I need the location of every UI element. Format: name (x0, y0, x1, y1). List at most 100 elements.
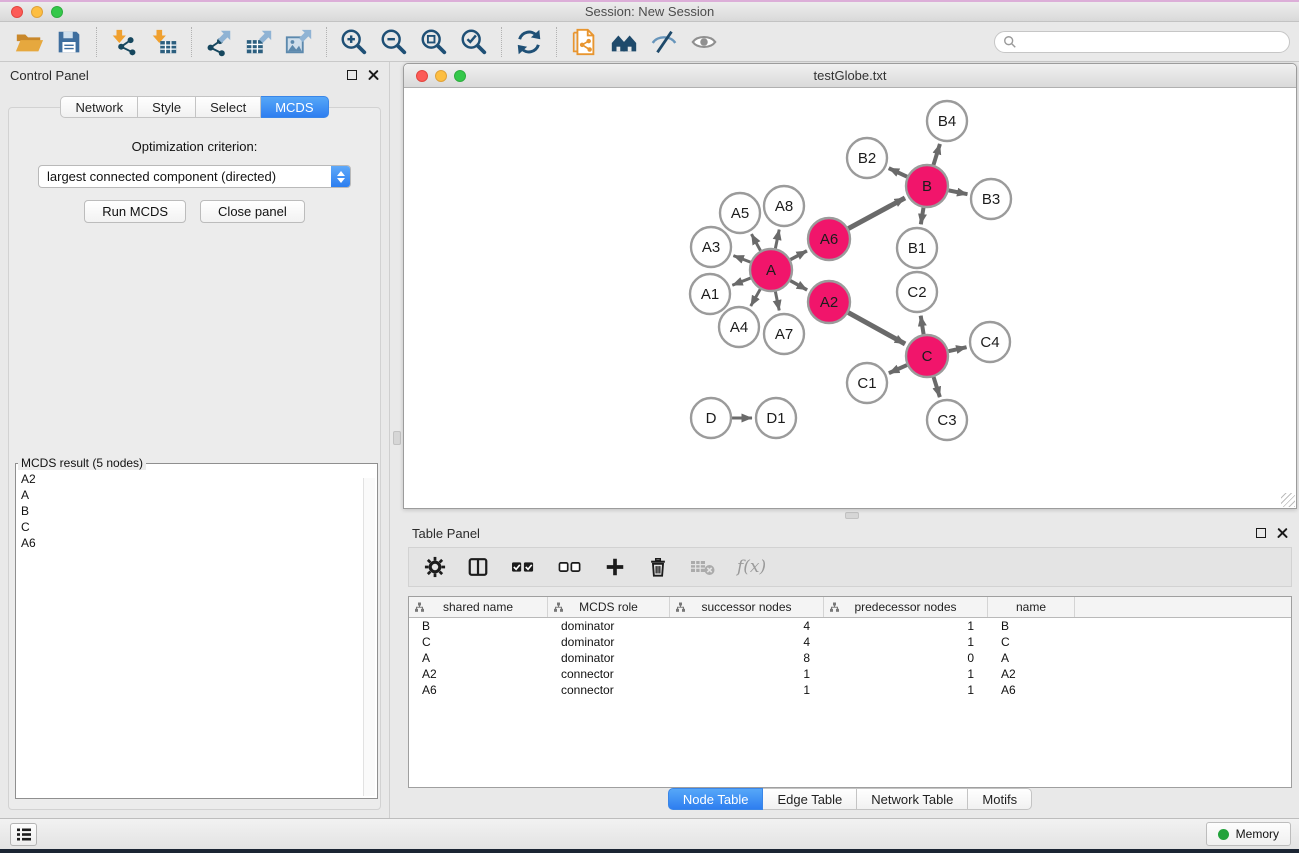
zoom-fit-button[interactable] (414, 25, 454, 59)
tab-style[interactable]: Style (138, 96, 196, 118)
control-panel: Control Panel NetworkStyleSelectMCDS Opt… (0, 62, 390, 818)
hide-all-columns-button[interactable] (557, 556, 583, 578)
network-desktop: testGlobe.txt B4B2BB3A5A8A6A3B1AA1C2A2A4… (390, 62, 1299, 818)
node-label-A1: A1 (701, 286, 719, 303)
table-cell: A2 (409, 666, 548, 682)
mcds-result-item[interactable]: A2 (21, 471, 377, 487)
mcds-result-item[interactable]: A6 (21, 535, 377, 551)
float-panel-icon[interactable] (347, 70, 357, 80)
edge-A-A8[interactable] (775, 230, 779, 249)
close-network-button[interactable] (416, 70, 428, 82)
close-panel-button[interactable]: Close panel (200, 200, 305, 223)
close-window-button[interactable] (11, 6, 23, 18)
create-column-button[interactable] (604, 556, 626, 578)
edge-C-C1[interactable] (889, 365, 907, 373)
function-builder-button[interactable]: f(x) (737, 557, 766, 577)
mcds-result-item[interactable]: A (21, 487, 377, 503)
refresh-button[interactable] (509, 25, 549, 59)
optimization-criterion-dropdown[interactable]: largest connected component (directed) (38, 165, 351, 188)
import-network-button[interactable] (104, 25, 144, 59)
show-all-columns-button[interactable] (510, 556, 536, 578)
home-button[interactable] (604, 25, 644, 59)
table-settings-button[interactable] (424, 556, 446, 578)
edge-B-B4[interactable] (933, 144, 939, 165)
zoom-selected-button[interactable] (454, 25, 494, 59)
column-header-successor-nodes[interactable]: successor nodes (670, 597, 824, 617)
column-header-name[interactable]: name (988, 597, 1075, 617)
table-row[interactable]: A2connector11A2 (409, 666, 1291, 682)
edge-A-A5[interactable] (751, 234, 760, 251)
column-header-MCDS-role[interactable]: MCDS role (548, 597, 670, 617)
mcds-result-item[interactable]: C (21, 519, 377, 535)
mcds-result-box: MCDS result (5 nodes) A2ABCA6 (15, 456, 378, 799)
zoom-out-button[interactable] (374, 25, 414, 59)
open-session-button[interactable] (9, 25, 49, 59)
column-header-shared-name[interactable]: shared name (409, 597, 548, 617)
hide-details-button[interactable] (644, 25, 684, 59)
edge-A-A6[interactable] (790, 251, 807, 260)
export-network-button[interactable] (199, 25, 239, 59)
window-resize-grip[interactable] (1281, 493, 1295, 507)
search-input[interactable] (1022, 34, 1281, 50)
horizontal-splitter-handle[interactable] (845, 512, 859, 519)
table-cell: 1 (824, 682, 988, 698)
run-mcds-button[interactable]: Run MCDS (84, 200, 186, 223)
maximize-window-button[interactable] (51, 6, 63, 18)
edge-A2-C[interactable] (848, 313, 905, 344)
table-row[interactable]: A6connector11A6 (409, 682, 1291, 698)
close-table-panel-icon[interactable] (1277, 528, 1288, 539)
node-label-C: C (922, 348, 933, 365)
table-cell: 1 (670, 666, 824, 682)
table-cell: connector (548, 682, 670, 698)
float-table-panel-icon[interactable] (1256, 528, 1266, 538)
tab-motifs[interactable]: Motifs (968, 788, 1032, 810)
edge-A-A2[interactable] (790, 281, 807, 290)
delete-columns-button[interactable] (647, 556, 669, 578)
task-history-button[interactable] (10, 823, 37, 846)
search-field[interactable] (994, 31, 1290, 53)
edge-A6-B[interactable] (848, 198, 905, 229)
save-session-button[interactable] (49, 25, 89, 59)
edge-A-A7[interactable] (775, 292, 779, 311)
column-header-predecessor-nodes[interactable]: predecessor nodes (824, 597, 988, 617)
show-column-button[interactable] (467, 556, 489, 578)
zoom-in-button[interactable] (334, 25, 374, 59)
tab-node-table[interactable]: Node Table (668, 788, 764, 810)
export-image-button[interactable] (279, 25, 319, 59)
tab-network[interactable]: Network (60, 96, 138, 118)
result-scrollbar[interactable] (363, 478, 375, 796)
import-table-button[interactable] (144, 25, 184, 59)
close-panel-icon[interactable] (368, 70, 379, 81)
edge-B-B2[interactable] (889, 168, 907, 177)
table-row[interactable]: Cdominator41C (409, 634, 1291, 650)
edge-C-C4[interactable] (948, 347, 966, 351)
tab-mcds[interactable]: MCDS (261, 96, 328, 118)
memory-button[interactable]: Memory (1206, 822, 1291, 846)
tab-select[interactable]: Select (196, 96, 261, 118)
table-row[interactable]: Bdominator41B (409, 618, 1291, 634)
edge-B-B1[interactable] (921, 208, 924, 225)
node-label-A5: A5 (731, 205, 749, 222)
network-canvas[interactable]: B4B2BB3A5A8A6A3B1AA1C2A2A4A7C4CC1DD1C3 (404, 89, 1296, 508)
toolbar-separator (96, 27, 97, 57)
edge-A-A1[interactable] (732, 278, 750, 285)
tab-edge-table[interactable]: Edge Table (763, 788, 857, 810)
export-table-button[interactable] (239, 25, 279, 59)
minimize-window-button[interactable] (31, 6, 43, 18)
edge-A-A3[interactable] (733, 256, 750, 263)
node-label-D: D (706, 410, 717, 427)
maximize-network-button[interactable] (454, 70, 466, 82)
table-row[interactable]: Adominator80A (409, 650, 1291, 666)
network-from-file-button[interactable] (564, 25, 604, 59)
delete-table-button[interactable] (690, 557, 716, 577)
minimize-network-button[interactable] (435, 70, 447, 82)
node-label-C1: C1 (857, 375, 876, 392)
edge-B-B3[interactable] (949, 190, 968, 194)
vertical-splitter-handle[interactable] (393, 431, 401, 445)
edge-A-A4[interactable] (751, 289, 760, 306)
tab-network-table[interactable]: Network Table (857, 788, 968, 810)
edge-C-C2[interactable] (921, 316, 924, 335)
edge-C-C3[interactable] (934, 377, 940, 397)
show-details-button[interactable] (684, 25, 724, 59)
mcds-result-item[interactable]: B (21, 503, 377, 519)
